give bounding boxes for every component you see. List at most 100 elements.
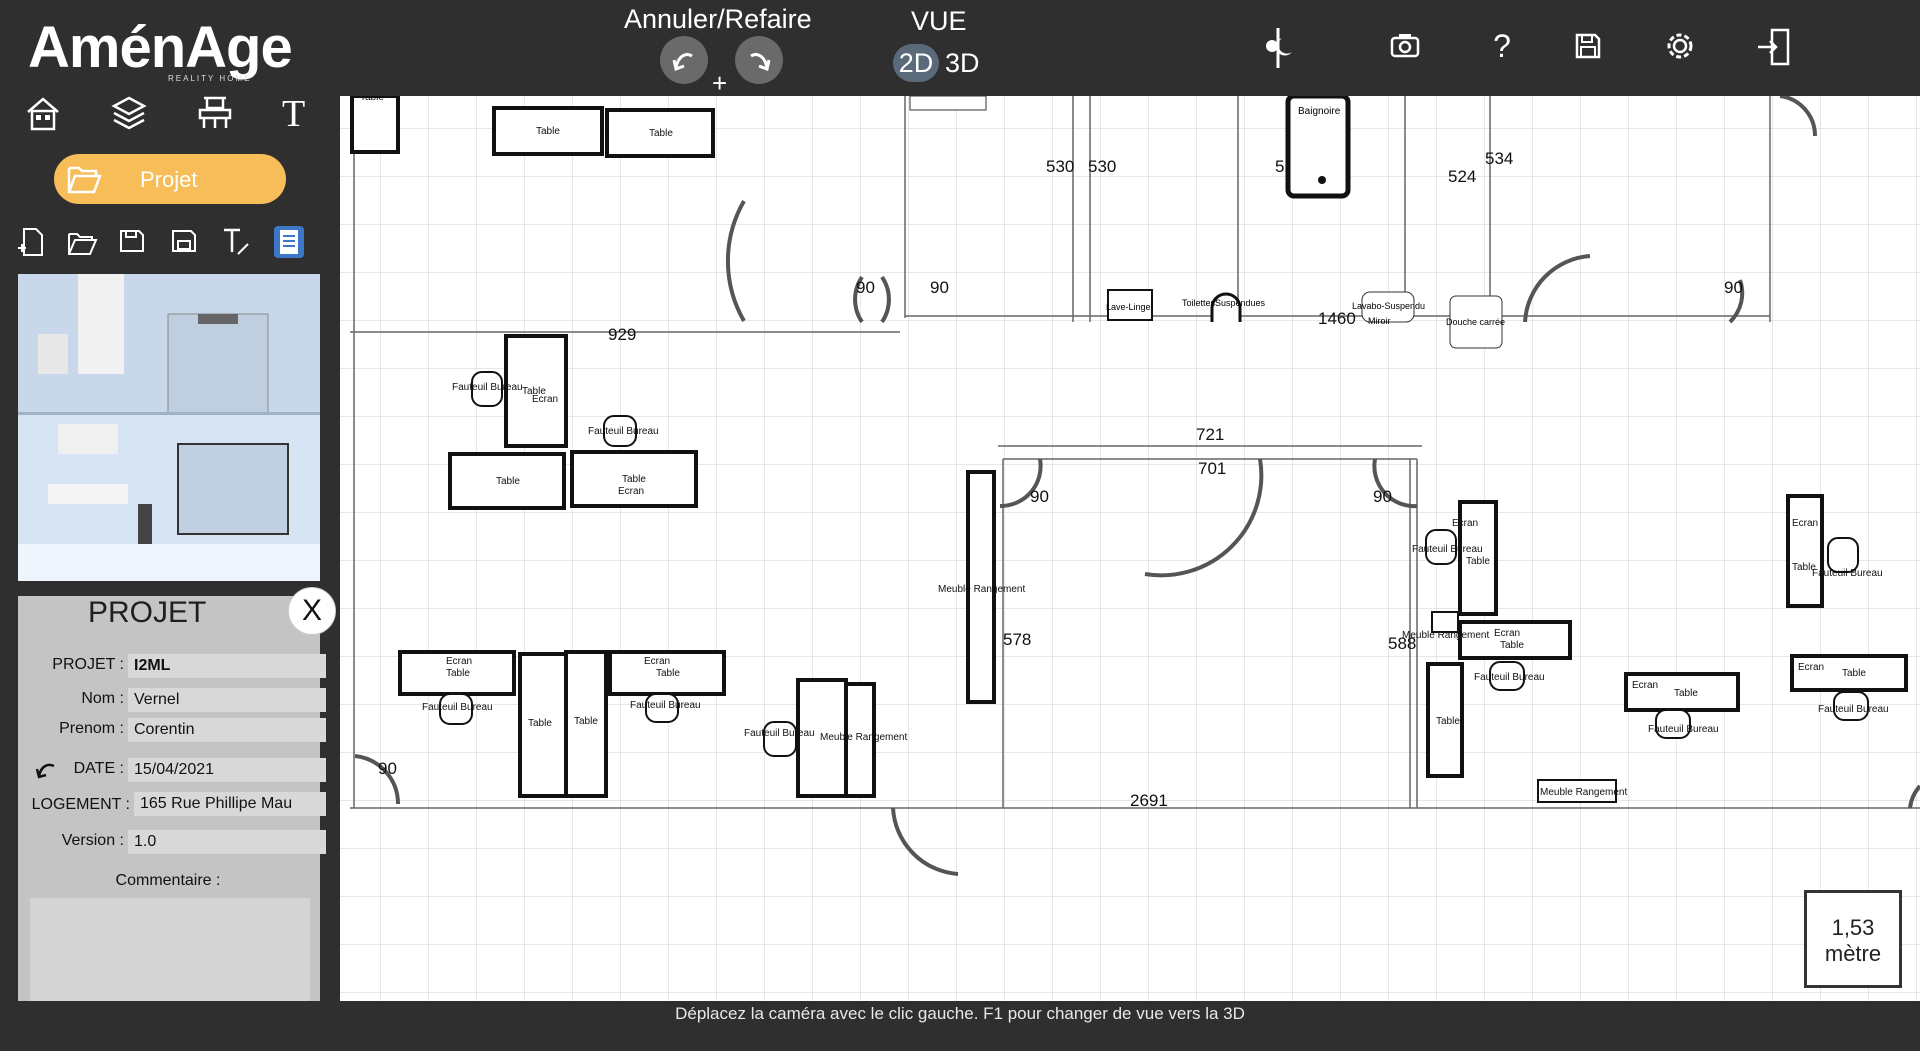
view-2d-toggle[interactable]: 2D xyxy=(893,44,939,82)
dim-530-a: 530 xyxy=(1046,157,1074,176)
label-ecran-4: Ecran xyxy=(644,656,670,667)
undo-icon xyxy=(672,53,693,72)
dim-721: 721 xyxy=(1196,425,1224,444)
label-ecran-8: Ecran xyxy=(1632,680,1658,691)
top-furniture[interactable] xyxy=(909,96,987,111)
logement-field[interactable]: 165 Rue Phillipe Mau xyxy=(134,792,326,816)
dim-90-door-f: 90 xyxy=(378,759,397,778)
floor-plan-drawing[interactable]: 929 530 530 529 524 534 1460 721 701 588… xyxy=(340,96,1920,1001)
close-panel-button[interactable]: X xyxy=(288,587,336,635)
undo-button[interactable] xyxy=(660,36,708,84)
new-file-icon[interactable] xyxy=(16,226,46,258)
view-title: VUE xyxy=(911,6,967,36)
floor-plan-canvas[interactable]: 929 530 530 529 524 534 1460 721 701 588… xyxy=(340,96,1920,1001)
dim-90-door-b: 90 xyxy=(930,278,949,297)
plus-sign: + xyxy=(712,68,728,98)
label-ecran-7: Ecran xyxy=(1494,628,1520,639)
label-table-2: Table xyxy=(649,128,673,139)
label-chair-9: Fauteuil Bureau xyxy=(1812,568,1883,579)
storage-unit-3[interactable] xyxy=(1431,611,1459,633)
date-label: DATE : xyxy=(73,760,124,777)
date-field[interactable]: 15/04/2021 xyxy=(128,758,326,782)
bathtub-drain xyxy=(1318,176,1326,184)
label-chair-4: Fauteuil Bureau xyxy=(630,700,701,711)
settings-icon[interactable] xyxy=(1664,30,1700,66)
text-tool-icon[interactable]: T xyxy=(282,92,320,135)
sink-label: Lavabo-Suspendu xyxy=(1352,301,1425,311)
open-folder-icon[interactable] xyxy=(66,226,98,258)
label-chair-2: Fauteuil Bureau xyxy=(588,426,659,437)
home-icon[interactable] xyxy=(24,94,62,132)
label-table-5: Table xyxy=(574,716,598,727)
dim-90-door-c: 90 xyxy=(1724,278,1743,297)
theme-toggle-icon[interactable] xyxy=(1260,28,1296,68)
label-storage-2: Meuble Rangement xyxy=(938,584,1025,595)
camera-icon[interactable] xyxy=(1390,32,1426,68)
save-icon[interactable] xyxy=(1574,32,1610,68)
layers-icon[interactable] xyxy=(110,94,148,132)
panel-title: PROJET xyxy=(88,596,207,629)
3d-room-preview-image xyxy=(18,274,320,581)
label-chair-5: Fauteuil Bureau xyxy=(744,728,815,739)
redo-icon xyxy=(750,53,771,72)
dim-701: 701 xyxy=(1198,459,1226,478)
save-as-icon[interactable] xyxy=(170,226,200,258)
exit-icon[interactable] xyxy=(1756,28,1792,66)
scale-indicator: 1,53 mètre xyxy=(1804,890,1902,988)
label-chair-1: Fauteuil Bureau xyxy=(452,382,523,393)
status-message: Déplacez la caméra avec le clic gauche. … xyxy=(675,1004,1245,1023)
document-icon[interactable] xyxy=(274,226,304,258)
label-table-top-left: Table xyxy=(360,96,384,103)
dim-2691: 2691 xyxy=(1130,791,1168,810)
nom-field[interactable]: Vernel xyxy=(128,688,326,712)
save-file-icon[interactable] xyxy=(118,226,148,258)
projet-label: PROJET : xyxy=(52,656,124,673)
table-screen-9[interactable] xyxy=(1786,494,1824,608)
dim-578: 578 xyxy=(1003,630,1031,649)
label-ecran-10: Ecran xyxy=(1798,662,1824,673)
furniture-icon[interactable] xyxy=(196,94,234,132)
dim-534: 534 xyxy=(1485,149,1513,168)
rename-icon[interactable] xyxy=(222,226,252,258)
label-ecran-1: Ecran xyxy=(532,394,558,405)
view-3d-toggle[interactable]: 3D xyxy=(945,44,991,82)
folder-open-icon xyxy=(67,166,102,194)
version-field[interactable]: 1.0 xyxy=(128,830,326,854)
table-top-left[interactable] xyxy=(350,96,400,154)
app-logo: AménAge REALITY HOME xyxy=(28,8,318,86)
3d-preview-thumbnail[interactable] xyxy=(18,274,320,581)
label-storage-3: Meuble Rangement xyxy=(1402,630,1489,641)
label-storage-1: Meuble Rangement xyxy=(820,732,907,743)
logement-label: LOGEMENT : xyxy=(31,796,130,813)
washing-machine-label: Lave-Linge xyxy=(1106,302,1151,312)
dim-90-door-a: 90 xyxy=(856,278,875,297)
label-table-1: Table xyxy=(536,126,560,137)
prenom-field[interactable]: Corentin xyxy=(128,718,326,742)
logo-subtitle: REALITY HOME xyxy=(168,74,252,83)
grid-background xyxy=(340,96,1920,1001)
scale-unit: mètre xyxy=(1824,941,1882,966)
dim-90-door-d: 90 xyxy=(1030,487,1049,506)
label-table-screen-8: Table xyxy=(1674,688,1698,699)
label-ecran-9: Ecran xyxy=(1792,518,1818,529)
commentaire-textarea[interactable] xyxy=(30,898,310,1001)
label-table-screen-7: Table xyxy=(1500,640,1524,651)
redo-button[interactable] xyxy=(735,36,783,84)
dim-524: 524 xyxy=(1448,167,1476,186)
label-table-6: Table xyxy=(1436,716,1460,727)
label-table-screen-2: Table xyxy=(622,474,646,485)
label-table-4: Table xyxy=(528,718,552,729)
status-bar: Déplacez la caméra avec le clic gauche. … xyxy=(0,1001,1920,1051)
dim-1460: 1460 xyxy=(1318,309,1356,328)
project-button-label: Projet xyxy=(140,167,198,192)
label-table-3: Table xyxy=(496,476,520,487)
help-icon[interactable]: ? xyxy=(1484,28,1520,64)
top-toolbar: AménAge REALITY HOME Annuler/Refaire + V… xyxy=(0,0,1920,98)
date-undo-icon[interactable] xyxy=(34,758,58,780)
project-button[interactable]: Projet xyxy=(54,154,286,204)
label-chair-3: Fauteuil Bureau xyxy=(422,702,493,713)
office-chair-9[interactable] xyxy=(1827,537,1859,573)
dim-530-b: 530 xyxy=(1088,157,1116,176)
projet-field[interactable]: I2ML xyxy=(128,654,326,678)
label-table-screen-3: Table xyxy=(446,668,470,679)
